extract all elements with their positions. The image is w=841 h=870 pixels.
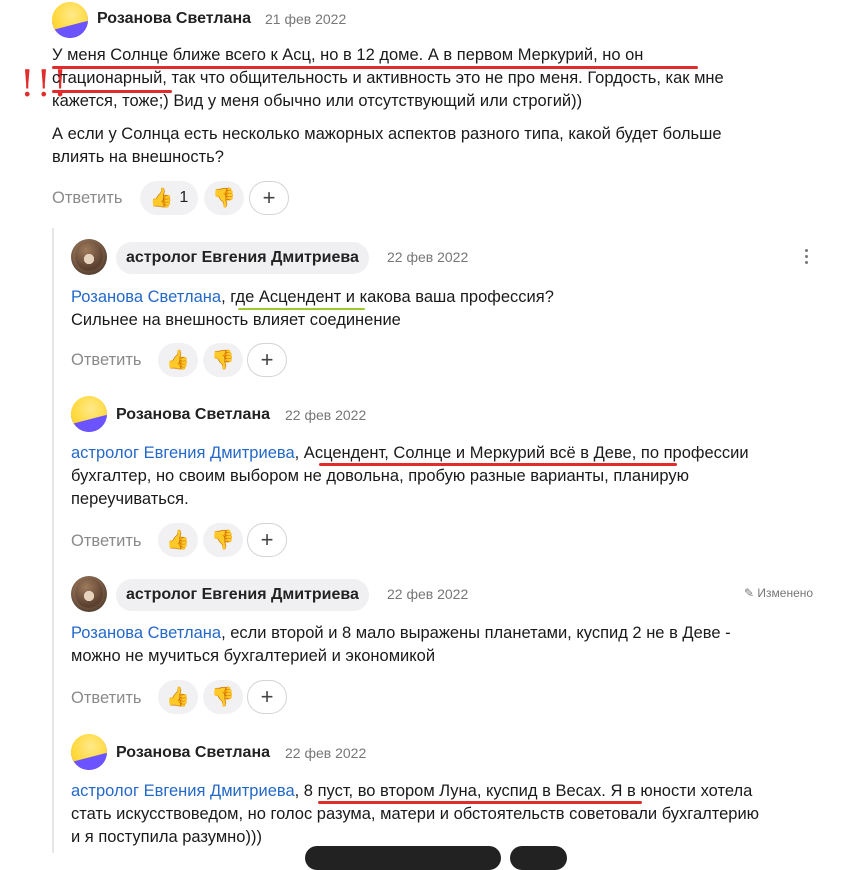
comment-line: У меня Солнце ближе всего к Асц, но в 12… [52, 46, 644, 64]
thumbs-up-icon: 👍 [166, 686, 190, 708]
comment-text: астролог Евгения Дмитриева, 8 пуст, во в… [71, 780, 831, 849]
like-button[interactable]: 👍 1 [140, 181, 198, 215]
thumbs-down-icon: 👎 [212, 187, 236, 209]
plus-icon: + [260, 347, 274, 372]
comment-date: 22 фев 2022 [285, 407, 367, 423]
thumbs-up-icon: 👍 [149, 187, 174, 209]
comment-date: 22 фев 2022 [285, 745, 367, 761]
author-name[interactable]: Розанова Светлана [97, 10, 251, 28]
comment-date: 22 фев 2022 [387, 249, 469, 265]
comment-line: кажется, тоже;) Вид у меня обычно или от… [52, 92, 583, 110]
comment-date: 21 фев 2022 [265, 11, 347, 27]
underline-mark [318, 801, 642, 804]
mention-link[interactable]: астролог Евгения Дмитриева [71, 782, 295, 800]
comment-line: , Асцендент, Солнце и Меркурий всё в Дев… [294, 444, 749, 462]
plus-icon: + [262, 185, 276, 210]
comment-date: 22 фев 2022 [387, 586, 469, 602]
add-reaction-button[interactable]: + [247, 343, 287, 377]
dislike-button[interactable]: 👎 [203, 680, 243, 714]
floating-action-button[interactable] [305, 846, 501, 870]
comment-line: переучиваться. [71, 490, 189, 508]
dislike-button[interactable]: 👎 [204, 181, 244, 215]
avatar[interactable] [52, 2, 88, 38]
comment-line: бухгалтер, но своим выбором не довольна,… [71, 467, 690, 485]
comment-text: А если у Солнца есть несколько мажорных … [52, 123, 832, 169]
dislike-button[interactable]: 👎 [203, 523, 243, 557]
author-name[interactable]: астролог Евгения Дмитриева [116, 579, 369, 611]
avatar[interactable] [71, 396, 107, 432]
add-reaction-button[interactable]: + [247, 680, 287, 714]
comment-line: А если у Солнца есть несколько мажорных … [52, 125, 722, 143]
like-count: 1 [179, 189, 189, 206]
comment-text: У меня Солнце ближе всего к Асц, но в 12… [52, 44, 832, 113]
avatar[interactable] [71, 734, 107, 770]
comment-line: Сильнее на внешность влияет соединение [71, 311, 401, 329]
thumbs-down-icon: 👎 [211, 349, 235, 371]
avatar[interactable] [71, 239, 107, 275]
underline-mark [52, 66, 698, 69]
reply-button[interactable]: Ответить [71, 351, 142, 370]
reply-button[interactable]: Ответить [52, 189, 123, 208]
mention-link[interactable]: Розанова Светлана [71, 624, 221, 642]
thread-line [52, 228, 54, 853]
plus-icon: + [260, 684, 274, 709]
comment-text: Розанова Светлана, где Асцендент и каков… [71, 286, 831, 332]
comment-line: , где Асцендент и какова ваша профессия? [221, 288, 554, 306]
reply-button[interactable]: Ответить [71, 532, 142, 551]
comment-line: можно не мучиться бухгалтерией и экономи… [71, 647, 436, 665]
like-button[interactable]: 👍 [158, 343, 198, 377]
pencil-icon: ✎ [744, 586, 755, 600]
edited-label: Изменено [757, 586, 814, 600]
plus-icon: + [260, 527, 274, 552]
author-name[interactable]: Розанова Светлана [116, 744, 270, 762]
add-reaction-button[interactable]: + [247, 523, 287, 557]
comment-line: влиять на внешность? [52, 148, 224, 166]
dislike-button[interactable]: 👎 [203, 343, 243, 377]
reply-button[interactable]: Ответить [71, 689, 142, 708]
comment-line: стать искусствоведом, но голос разума, м… [71, 805, 760, 823]
mention-link[interactable]: астролог Евгения Дмитриева [71, 444, 295, 462]
thumbs-up-icon: 👍 [166, 529, 190, 551]
comment-line: , если второй и 8 мало выражены планетам… [221, 624, 731, 642]
like-button[interactable]: 👍 [158, 523, 198, 557]
underline-mark [319, 463, 677, 466]
add-reaction-button[interactable]: + [249, 181, 289, 215]
comment-text: астролог Евгения Дмитриева, Асцендент, С… [71, 442, 831, 511]
thumbs-down-icon: 👎 [211, 686, 235, 708]
comment-line: стационарный, так что общительность и ак… [52, 69, 724, 87]
underline-mark [52, 90, 172, 93]
underline-mark [238, 308, 365, 310]
like-button[interactable]: 👍 [158, 680, 198, 714]
author-name[interactable]: астролог Евгения Дмитриева [116, 242, 369, 274]
thumbs-up-icon: 👍 [166, 349, 190, 371]
comment-text: Розанова Светлана, если второй и 8 мало … [71, 622, 831, 668]
author-name[interactable]: Розанова Светлана [116, 406, 270, 424]
floating-action-button[interactable] [510, 846, 567, 870]
more-vertical-icon[interactable] [803, 247, 811, 267]
edited-indicator: ✎ Изменено [744, 586, 813, 600]
thumbs-down-icon: 👎 [211, 529, 235, 551]
mention-link[interactable]: Розанова Светлана [71, 288, 221, 306]
comment-line: , 8 пуст, во втором Луна, куспид в Весах… [294, 782, 753, 800]
avatar[interactable] [71, 576, 107, 612]
